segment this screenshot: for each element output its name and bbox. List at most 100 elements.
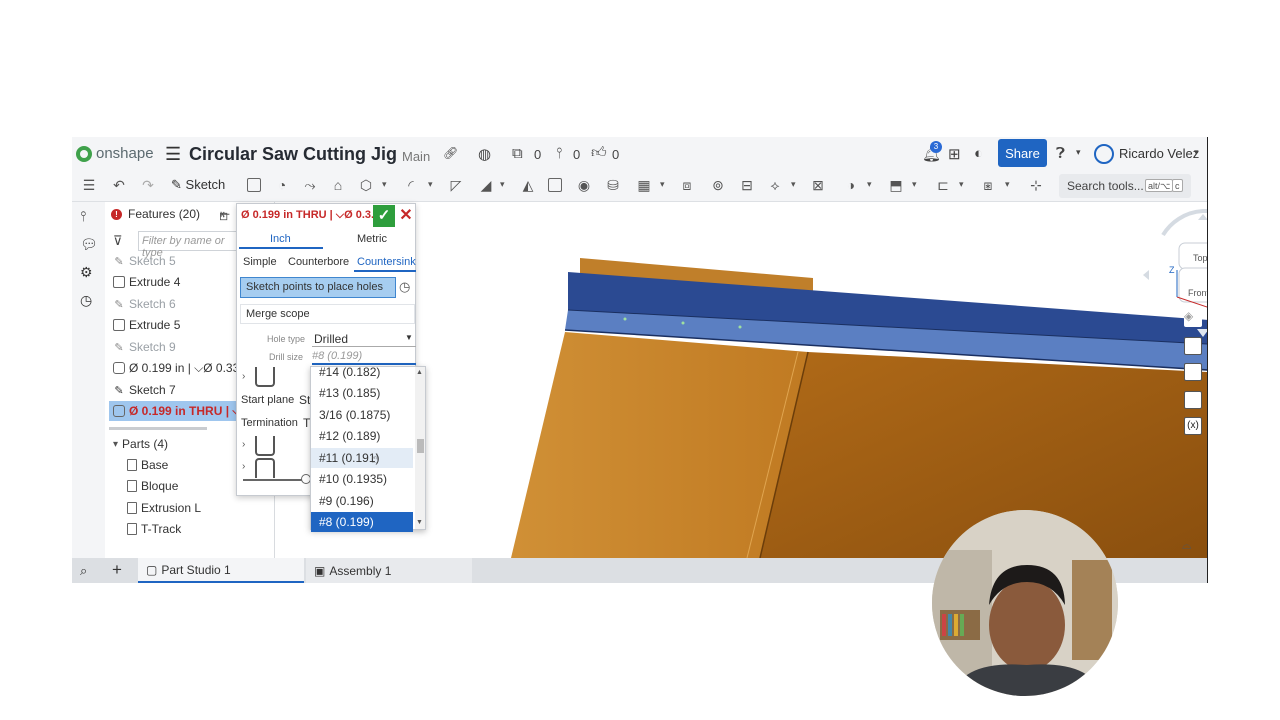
delete-part-icon[interactable]: ⊠ [809, 176, 827, 194]
loft-icon[interactable]: ⌂ [329, 176, 347, 194]
link-icon[interactable]: 🔗︎ [443, 146, 458, 160]
configurations-icon[interactable]: ⫯ [80, 208, 86, 225]
branch-label[interactable]: Main [402, 149, 430, 164]
app-store-icon[interactable]: ⊞ [948, 145, 961, 163]
sweep-icon[interactable]: ⤳ [301, 176, 319, 194]
pattern-icon[interactable]: ▦ [635, 176, 653, 194]
variables-icon[interactable]: (x) [1184, 417, 1202, 435]
add-custom-feature-icon[interactable]: ⊹ [1027, 176, 1045, 194]
dropdown-option[interactable]: #13 (0.185) [311, 383, 413, 403]
transform-icon[interactable]: ⟡ [766, 176, 784, 194]
chevron-down-icon[interactable]: ▾ [912, 179, 917, 190]
thicken-icon[interactable]: ⬡ [357, 176, 375, 194]
undo-icon[interactable]: ↶ [110, 176, 128, 194]
dropdown-option[interactable]: 3/16 (0.1875) [311, 405, 413, 425]
cancel-button[interactable]: ✕ [398, 206, 414, 226]
hole-type-select[interactable]: Drilled [314, 332, 348, 346]
drill-size-dropdown[interactable]: #14 (0.182) #13 (0.185) 3/16 (0.1875) #1… [310, 365, 426, 532]
chevron-down-icon[interactable]: ▾ [500, 179, 505, 190]
frame-icon[interactable]: ⧆ [979, 176, 997, 194]
dropdown-option[interactable]: #12 (0.189) [311, 426, 413, 446]
chamfer-icon[interactable]: ◸ [447, 176, 465, 194]
scrollbar-thumb[interactable] [417, 439, 424, 453]
merge-scope-field[interactable]: Merge scope [240, 304, 415, 324]
history-icon[interactable]: ◷ [80, 292, 92, 309]
shell-icon[interactable] [548, 178, 562, 192]
view-cube-front-label[interactable]: Front [1188, 288, 1207, 298]
dropdown-option[interactable]: #14 (0.182) [311, 362, 413, 382]
chevron-down-icon[interactable]: ▼ [405, 333, 413, 342]
chevron-down-icon[interactable]: ▾ [428, 179, 433, 190]
like-icon[interactable]: 👍︎ [591, 144, 607, 162]
versions-icon[interactable]: ⧉ [512, 145, 523, 162]
dropdown-option-hovered[interactable]: #11 (0.191) [311, 448, 413, 468]
chevron-down-icon[interactable]: ▾ [1005, 179, 1010, 190]
tab-manager-icon[interactable]: ⌕ [80, 563, 87, 579]
sketch-point[interactable] [738, 325, 742, 329]
clock-icon[interactable]: ◷ [399, 279, 410, 295]
feature-list-toggle-icon[interactable]: ☰ [80, 176, 98, 194]
chevron-down-icon[interactable]: ▾ [660, 179, 665, 190]
onshape-logo[interactable]: onshape [76, 145, 154, 162]
named-views-icon[interactable] [1184, 391, 1202, 409]
boolean-icon[interactable]: ⊚ [709, 176, 727, 194]
menu-icon[interactable]: ☰ [165, 144, 181, 165]
filter-icon[interactable]: ⊽ [113, 233, 123, 249]
dropdown-option[interactable]: #10 (0.1935) [311, 469, 413, 489]
chevron-right-icon[interactable]: › [242, 371, 245, 382]
hole-icon[interactable]: ◉ [575, 176, 593, 194]
chevron-down-icon[interactable]: ▾ [382, 179, 387, 190]
learning-icon[interactable]: ◐ [974, 145, 983, 162]
chevron-down-icon[interactable]: ▾ [867, 179, 872, 190]
chevron-right-icon[interactable]: › [242, 461, 245, 472]
comments-icon[interactable]: 💬︎ [80, 236, 98, 253]
filter-input[interactable]: Filter by name or type [138, 231, 238, 259]
part-item[interactable]: Base [127, 458, 168, 472]
help-caret-icon[interactable]: ▾ [1076, 147, 1081, 158]
parts-icon[interactable]: ⚙︎ [80, 264, 93, 281]
user-name[interactable]: Ricardo Velez [1119, 146, 1199, 161]
sheet-metal-icon[interactable]: ⊏ [934, 176, 952, 194]
measure-icon[interactable]: ⌓ [1182, 538, 1192, 553]
draft-icon[interactable]: ◢ [477, 176, 495, 194]
appearance-icon[interactable]: ◈ [1184, 309, 1202, 327]
section-view-icon[interactable] [1184, 363, 1202, 381]
tab-metric[interactable]: Metric [357, 233, 387, 245]
mirror-icon[interactable]: ⧈ [678, 176, 696, 194]
user-caret-icon[interactable]: ▾ [1194, 147, 1199, 158]
globe-icon[interactable]: ◍ [478, 145, 491, 163]
share-button[interactable]: Share [998, 139, 1047, 167]
help-icon[interactable]: ❓︎ [1056, 145, 1065, 162]
extrude-icon[interactable] [247, 178, 261, 192]
revolve-icon[interactable]: ◔ [273, 176, 291, 194]
scroll-up-icon[interactable]: ▲ [416, 369, 423, 376]
slider-track[interactable] [243, 479, 303, 481]
modify-fillet-icon[interactable]: ◑ [842, 176, 860, 194]
user-avatar[interactable] [1094, 144, 1114, 164]
view-cube-top-label[interactable]: Top [1193, 253, 1207, 263]
sketch-point[interactable] [623, 317, 627, 321]
chevron-down-icon[interactable]: ▾ [959, 179, 964, 190]
view-mode-icon[interactable] [1184, 337, 1202, 355]
tab-counterbore[interactable]: Counterbore [288, 256, 349, 268]
tab-simple[interactable]: Simple [243, 256, 277, 268]
sketch-point[interactable] [681, 321, 685, 325]
plane-icon[interactable]: ⬒ [887, 176, 905, 194]
dialog-collapse-icon[interactable]: ⊡ [219, 210, 228, 223]
rib-icon[interactable]: ◭ [519, 176, 537, 194]
rollback-bar[interactable] [109, 427, 207, 430]
add-tab-icon[interactable]: + [112, 560, 122, 580]
tab-assembly-1[interactable]: ▣ Assembly 1 [306, 558, 472, 583]
branch-icon[interactable]: ⫯ [556, 145, 563, 162]
scroll-down-icon[interactable]: ▼ [416, 519, 423, 526]
dropdown-option-selected[interactable]: #8 (0.199) [311, 512, 413, 532]
tab-part-studio-1[interactable]: ▢ Part Studio 1 [138, 558, 304, 583]
part-item[interactable]: T-Track [127, 522, 181, 536]
fillet-icon[interactable]: ◜ [402, 176, 420, 194]
search-tools-button[interactable]: Search tools... alt/⌥ c [1059, 174, 1191, 198]
document-title[interactable]: Circular Saw Cutting Jig [189, 144, 397, 165]
dropdown-option[interactable]: #9 (0.196) [311, 491, 413, 511]
chevron-down-icon[interactable]: ▾ [791, 179, 796, 190]
redo-icon[interactable]: ↷ [139, 176, 157, 194]
sketch-points-field[interactable]: Sketch points to place holes [240, 277, 396, 298]
